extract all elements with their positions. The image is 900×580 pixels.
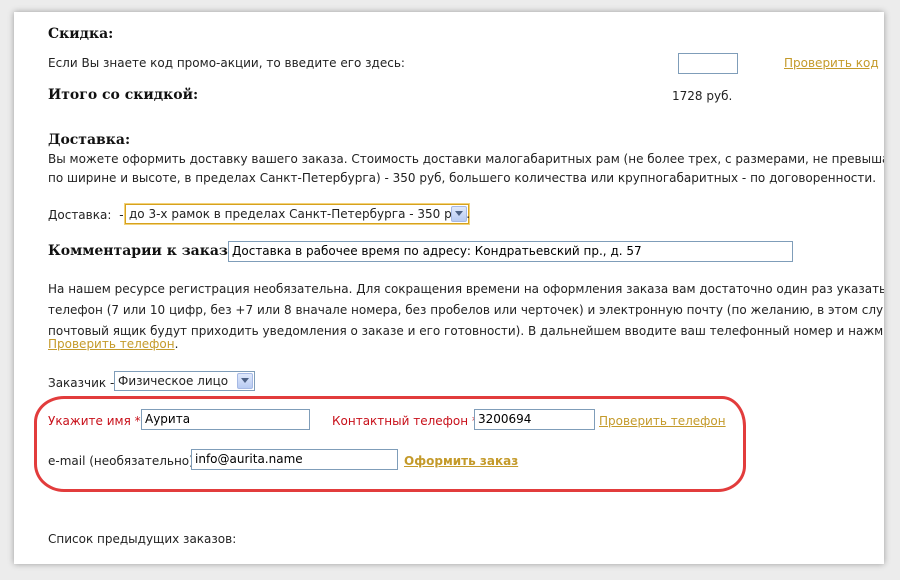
delivery-select[interactable]: до 3-х рамок в пределах Санкт-Петербурга… [125, 204, 471, 224]
customer-type-select[interactable]: Физическое лицо [114, 371, 255, 391]
customer-type-value: Физическое лицо [118, 374, 229, 388]
submit-order-link[interactable]: Оформить заказ [404, 454, 518, 468]
total-with-discount-value: 1728 руб. [672, 89, 733, 103]
previous-orders-label: Список предыдущих заказов: [48, 532, 237, 546]
delivery-text-line-1: Вы можете оформить доставку вашего заказ… [48, 152, 884, 166]
phone-input[interactable]: 3200694 [474, 409, 595, 430]
check-code-link[interactable]: Проверить код [784, 56, 879, 70]
check-phone-link[interactable]: Проверить телефон [599, 414, 726, 428]
name-input[interactable]: Аурита [141, 409, 310, 430]
total-with-discount-label: Итого со скидкой: [48, 87, 199, 103]
order-page: Скидка: Если Вы знаете код промо-акции, … [14, 12, 884, 564]
chevron-down-icon[interactable] [237, 373, 253, 389]
comment-input[interactable]: Доставка в рабочее время по адресу: Конд… [228, 241, 793, 262]
promo-code-input[interactable] [678, 53, 738, 74]
delivery-select-label: Доставка: - [48, 208, 124, 222]
registration-text-line-1: На нашем ресурсе регистрация необязатель… [48, 282, 884, 296]
email-label: e-mail (необязательно) [48, 454, 194, 468]
email-input[interactable]: info@aurita.name [191, 449, 398, 470]
delivery-select-value: до 3-х рамок в пределах Санкт-Петербурга… [129, 207, 471, 221]
registration-check-phone-link[interactable]: Проверить телефон [48, 337, 175, 351]
registration-text-line-3: почтовый ящик будут приходить уведомлени… [48, 324, 884, 338]
comment-label: Комментарии к заказу: [48, 243, 242, 259]
delivery-heading: Доставка: [48, 132, 131, 148]
registration-text-line-2: телефон (7 или 10 цифр, без +7 или 8 вна… [48, 303, 884, 317]
registration-check-phone-row: Проверить телефон. [48, 337, 179, 351]
name-label: Укажите имя * [48, 414, 141, 428]
customer-type-label: Заказчик - [48, 376, 115, 390]
delivery-text-line-2: по ширине и высоте, в пределах Санкт-Пет… [48, 171, 877, 185]
promo-code-text: Если Вы знаете код промо-акции, то введи… [48, 56, 405, 70]
required-mark: * [134, 414, 141, 428]
phone-label: Контактный телефон * [332, 414, 478, 428]
discount-heading: Скидка: [48, 26, 114, 42]
chevron-down-icon[interactable] [451, 206, 467, 222]
